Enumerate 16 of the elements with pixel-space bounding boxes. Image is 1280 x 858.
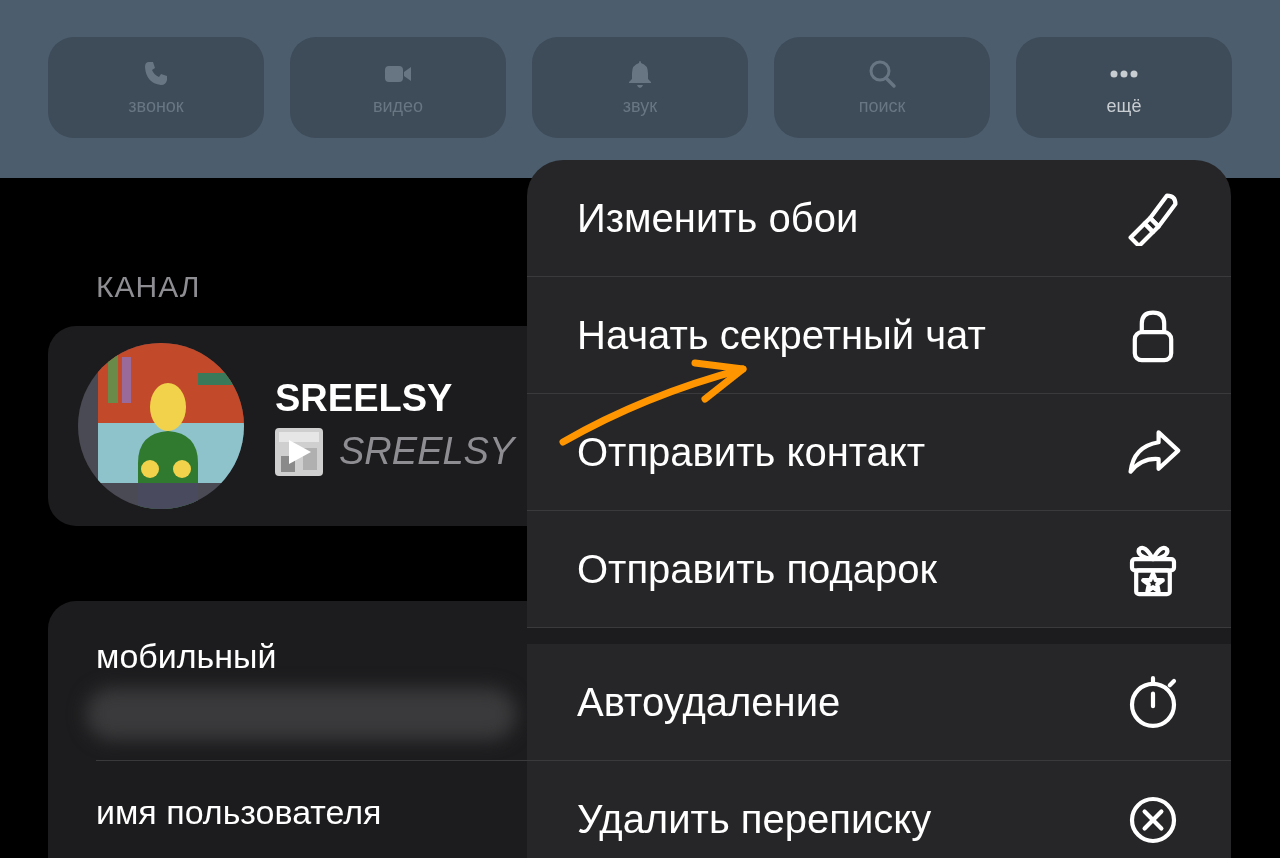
- more-icon: [1110, 70, 1138, 78]
- menu-item-label: Отправить подарок: [577, 546, 938, 592]
- action-button[interactable]: ещё: [1016, 37, 1232, 138]
- menu-item-label: Изменить обои: [577, 195, 859, 241]
- channel-name: SREELSY: [275, 376, 454, 420]
- menu-item-label: Автоудаление: [577, 679, 841, 725]
- play-icon: [289, 439, 311, 464]
- menu-item[interactable]: Автоудаление: [527, 644, 1231, 761]
- menu-item[interactable]: Отправить контакт: [527, 394, 1231, 511]
- menu-item[interactable]: Удалить переписку: [527, 761, 1231, 858]
- section-title: КАНАЛ: [95, 270, 202, 304]
- field-label: мобильный: [96, 637, 278, 676]
- menu-item[interactable]: Изменить обои: [527, 160, 1231, 277]
- menu-item-label: Удалить переписку: [577, 797, 932, 842]
- menu-item[interactable]: Начать секретный чат: [527, 277, 1231, 394]
- channel-subtitle: SREELSY: [339, 430, 515, 473]
